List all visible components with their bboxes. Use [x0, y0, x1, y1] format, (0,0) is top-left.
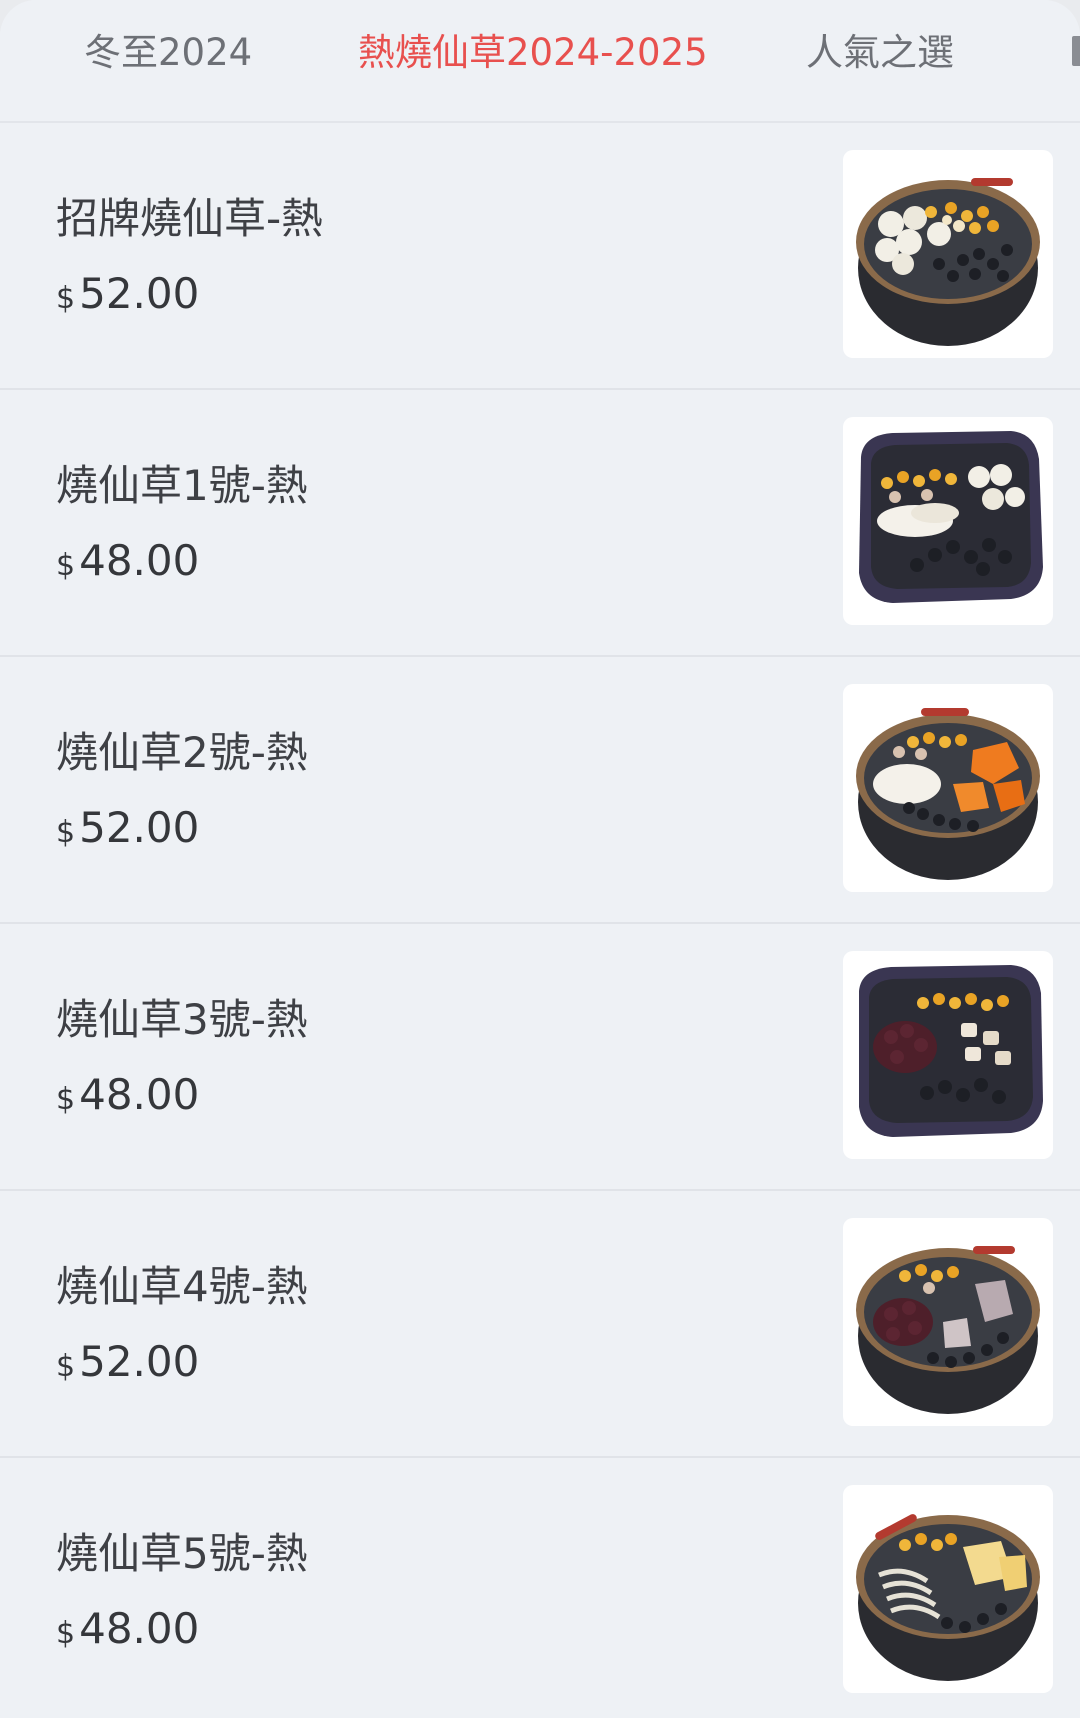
square-bowl-photo — [859, 965, 1043, 1137]
price-amount: 52.00 — [79, 803, 200, 852]
item-price: $52.00 — [56, 1336, 199, 1388]
price-amount: 52.00 — [79, 269, 200, 318]
item-photo[interactable] — [843, 684, 1053, 892]
item-name: 燒仙草4號-熱 — [56, 1262, 308, 1311]
price-amount: 48.00 — [79, 536, 200, 585]
round-bowl-photo — [856, 708, 1040, 880]
round-bowl-photo — [856, 1246, 1040, 1414]
price-amount: 48.00 — [79, 1070, 200, 1119]
menu-item-list: 招牌燒仙草-熱 $52.00 燒仙草1號-熱 $48.00 燒仙草2號-熱 $5… — [0, 123, 1080, 1718]
item-price: $48.00 — [56, 535, 199, 587]
menu-item[interactable]: 燒仙草5號-熱 $48.00 — [0, 1458, 1080, 1718]
round-bowl-photo — [856, 1514, 1040, 1681]
item-photo[interactable] — [843, 150, 1053, 358]
item-price: $48.00 — [56, 1603, 199, 1655]
square-bowl-photo — [859, 431, 1043, 603]
currency-symbol: $ — [56, 1349, 76, 1384]
round-bowl-photo — [856, 178, 1040, 346]
tab-popular-picks[interactable]: 人氣之選 — [806, 28, 954, 78]
price-amount: 48.00 — [79, 1604, 200, 1653]
menu-page: 冬至2024 熱燒仙草2024-2025 人氣之選 招牌燒仙草-熱 $52.00 — [0, 0, 1080, 1718]
menu-item[interactable]: 燒仙草2號-熱 $52.00 — [0, 657, 1080, 924]
menu-item[interactable]: 燒仙草1號-熱 $48.00 — [0, 390, 1080, 657]
menu-item[interactable]: 燒仙草4號-熱 $52.00 — [0, 1191, 1080, 1458]
item-price: $52.00 — [56, 802, 199, 854]
currency-symbol: $ — [56, 1616, 76, 1651]
tab-hot-grass-jelly-2024-2025[interactable]: 熱燒仙草2024-2025 — [358, 28, 708, 78]
item-photo[interactable] — [843, 1485, 1053, 1693]
item-name: 招牌燒仙草-熱 — [56, 194, 324, 243]
currency-symbol: $ — [56, 548, 76, 583]
item-name: 燒仙草5號-熱 — [56, 1529, 308, 1578]
menu-item[interactable]: 招牌燒仙草-熱 $52.00 — [0, 123, 1080, 390]
item-name: 燒仙草2號-熱 — [56, 728, 308, 777]
tab-winter-solstice-2024[interactable]: 冬至2024 — [84, 28, 252, 78]
menu-item[interactable]: 燒仙草3號-熱 $48.00 — [0, 924, 1080, 1191]
currency-symbol: $ — [56, 815, 76, 850]
tab-overflow-indicator[interactable] — [1072, 36, 1080, 66]
price-amount: 52.00 — [79, 1337, 200, 1386]
item-price: $52.00 — [56, 268, 199, 320]
currency-symbol: $ — [56, 281, 76, 316]
item-name: 燒仙草3號-熱 — [56, 995, 308, 1044]
item-photo[interactable] — [843, 1218, 1053, 1426]
item-photo[interactable] — [843, 951, 1053, 1159]
item-price: $48.00 — [56, 1069, 199, 1121]
item-photo[interactable] — [843, 417, 1053, 625]
category-tab-bar: 冬至2024 熱燒仙草2024-2025 人氣之選 — [0, 0, 1080, 123]
currency-symbol: $ — [56, 1082, 76, 1117]
item-name: 燒仙草1號-熱 — [56, 461, 308, 510]
